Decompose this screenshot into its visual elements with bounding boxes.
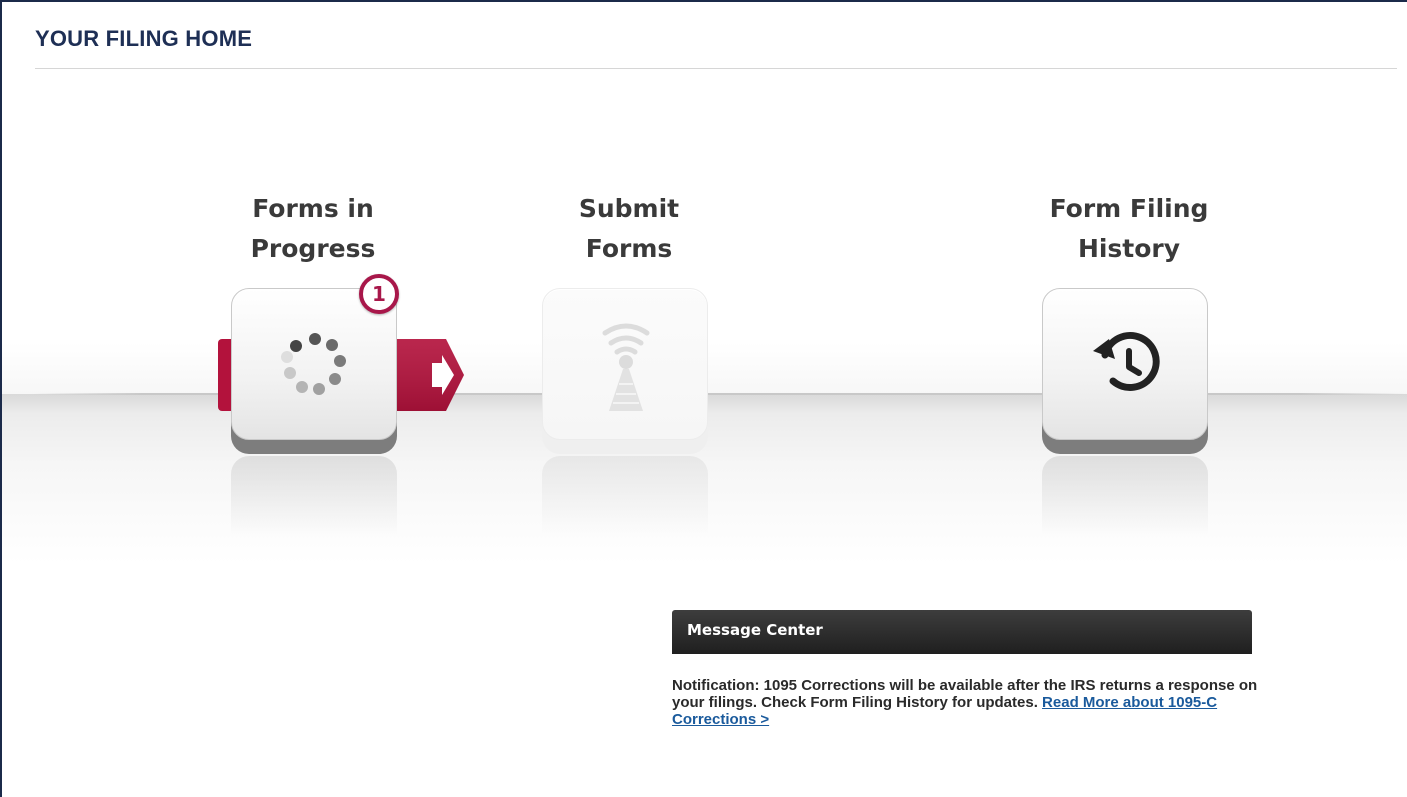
history-icon (1093, 331, 1160, 391)
active-ribbon-arrow (394, 339, 464, 411)
message-center-header: Message Center (672, 610, 1252, 654)
message-center-body: Notification: 1095 Corrections will be a… (672, 677, 1258, 728)
submit-forms-tile (542, 288, 708, 454)
filing-home-page: YOUR FILING HOME Forms in Progress Submi… (0, 0, 1407, 797)
submit-forms-label-line2: Forms (585, 234, 673, 263)
form-filing-history-label[interactable]: Form Filing History (1024, 189, 1234, 269)
in-progress-count-badge: 1 (359, 274, 399, 314)
form-filing-history-label-line2: History (1077, 234, 1181, 263)
forms-in-progress-label-line2: Progress (250, 234, 376, 263)
page-title: YOUR FILING HOME (35, 26, 253, 51)
submit-forms-label-line1: Submit (578, 194, 680, 223)
submit-forms-reflection (542, 456, 708, 536)
form-filing-history-label-line1: Form Filing (1049, 194, 1209, 223)
forms-in-progress-reflection (231, 456, 397, 536)
submit-forms-label: Submit Forms (534, 189, 724, 269)
form-filing-history-reflection (1042, 456, 1208, 536)
forms-in-progress-label-line1: Forms in (252, 194, 374, 223)
forms-in-progress-label[interactable]: Forms in Progress (218, 189, 408, 269)
antenna-icon (602, 323, 650, 411)
form-filing-history-tile[interactable] (1042, 288, 1208, 454)
title-divider (35, 68, 1397, 69)
